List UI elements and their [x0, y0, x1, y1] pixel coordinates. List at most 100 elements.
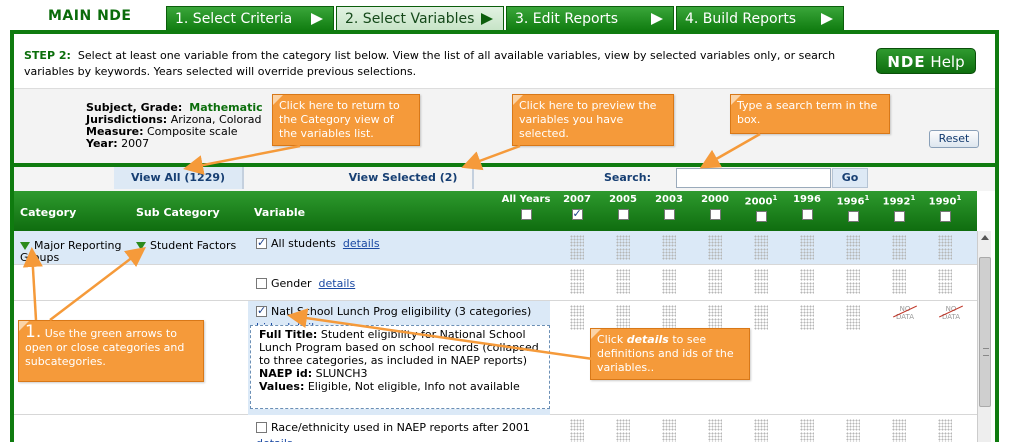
measure-value: Composite scale [147, 125, 238, 138]
tab-arrow-icon [821, 13, 833, 25]
availability-dots [570, 305, 584, 317]
availability-dots [754, 419, 768, 431]
values-value: Eligible, Not eligible, Info not availab… [307, 380, 520, 393]
availability-dots [800, 282, 814, 294]
details-link[interactable]: details [343, 237, 380, 250]
scroll-up-icon[interactable] [981, 235, 989, 240]
callout-emphasis: details [626, 333, 669, 346]
availability-dots [800, 305, 814, 317]
all-years-checkbox[interactable] [520, 209, 532, 220]
year-label: 1996 [793, 194, 821, 205]
tab-edit-reports[interactable]: 3. Edit Reports [506, 6, 674, 30]
search-input[interactable] [676, 168, 831, 188]
availability-dots [616, 269, 630, 281]
header-subcategory: Sub Category [136, 206, 220, 219]
expand-arrow-icon[interactable] [136, 242, 146, 250]
year-label: 1990 [928, 196, 957, 208]
year-label: 1992 [882, 196, 911, 208]
main-nde-link[interactable]: MAIN NDE [48, 8, 131, 24]
no-data-marker: NO DATA [890, 305, 920, 321]
help-nde-text: NDE [887, 53, 926, 71]
tab-select-criteria[interactable]: 1. Select Criteria [166, 6, 334, 30]
all-years-label: All Years [501, 194, 551, 205]
values-label: Values: [259, 380, 305, 393]
year-footnote: 1 [956, 194, 962, 202]
availability-dots [846, 419, 860, 431]
availability-dots [570, 248, 584, 260]
tab-select-variables[interactable]: 2. Select Variables [336, 6, 504, 30]
header-category: Category [20, 206, 77, 219]
year-checkbox-2007[interactable] [571, 207, 583, 220]
availability-dots [708, 282, 722, 294]
category-label-line2: Groups [20, 251, 60, 264]
variable-checkbox[interactable] [256, 422, 267, 433]
year-label: 2005 [609, 194, 637, 205]
availability-dots [662, 432, 676, 442]
table-scrollbar[interactable] [977, 231, 991, 442]
expand-arrow-icon[interactable] [20, 242, 30, 250]
year-checkbox-1996[interactable] [801, 209, 813, 220]
year-label: 1996 [836, 196, 865, 208]
view-all-button[interactable]: View All (1229) [114, 167, 244, 189]
tab-build-reports[interactable]: 4. Build Reports [676, 6, 844, 30]
search-label: Search: [604, 171, 651, 184]
availability-dots [570, 419, 584, 431]
callout-green-arrows: 1. Use the green arrows to open or close… [18, 320, 204, 382]
availability-dots [938, 269, 952, 281]
availability-dots [800, 419, 814, 431]
availability-dots [892, 432, 906, 442]
year-checkbox-1992-1[interactable] [893, 211, 905, 223]
availability-dots [708, 248, 722, 260]
availability-dots [846, 318, 860, 330]
availability-dots [708, 269, 722, 281]
availability-dots [800, 269, 814, 281]
year-checkbox-2003[interactable] [663, 209, 675, 220]
availability-dots [846, 235, 860, 247]
availability-dots [938, 248, 952, 260]
availability-dots [846, 282, 860, 294]
variable-checkbox[interactable] [256, 236, 267, 249]
variable-school-lunch: Natl School Lunch Prog eligibility (3 ca… [256, 304, 532, 318]
availability-dots [892, 235, 906, 247]
year-checkbox-2000[interactable] [709, 209, 721, 220]
availability-dots [754, 305, 768, 317]
nde-help-button[interactable]: NDE Help [876, 48, 976, 74]
year-checkbox-2000-1[interactable] [755, 211, 767, 223]
no-data-marker: NO DATA [936, 305, 966, 321]
variable-label: Natl School Lunch Prog eligibility (3 ca… [271, 305, 532, 318]
summary-year: Year: 2007 [86, 137, 149, 150]
details-link[interactable]: details [319, 277, 356, 290]
variable-gender: Gender details [256, 277, 355, 290]
callout-search: Type a search term in the box. [730, 94, 890, 134]
callout-text: Click [597, 333, 627, 346]
variable-label: Gender [271, 277, 312, 290]
grip-icon [983, 348, 989, 356]
view-selected-button[interactable]: View Selected (2) [334, 167, 474, 189]
availability-dots [938, 282, 952, 294]
table-row: Gender details [14, 265, 977, 301]
availability-dots [800, 235, 814, 247]
year-checkbox-1996-1[interactable] [847, 211, 859, 223]
variable-checkbox[interactable] [256, 278, 267, 289]
step-instructions: STEP 2: Select at least one variable fro… [24, 48, 874, 80]
callout-text: Use the green arrows to open or close ca… [25, 327, 185, 368]
year-col-2005: 2005 [601, 194, 645, 223]
availability-dots [570, 432, 584, 442]
tab-label: 3. Edit Reports [515, 11, 619, 27]
variable-checkbox[interactable] [256, 304, 267, 317]
year-label: Year: [86, 137, 118, 150]
subcategory-toggle[interactable]: Student Factors [136, 239, 236, 252]
scroll-thumb[interactable] [979, 257, 991, 407]
availability-dots [892, 282, 906, 294]
year-label: 2000 [744, 196, 773, 208]
go-button[interactable]: Go [832, 168, 868, 188]
year-checkbox-2005[interactable] [617, 209, 629, 220]
year-checkbox-1990-1[interactable] [939, 211, 951, 223]
year-footnote: 1 [910, 194, 916, 202]
details-link[interactable]: details [256, 437, 293, 442]
availability-dots [846, 269, 860, 281]
table-row: Race/ethnicity used in NAEP reports afte… [14, 415, 977, 442]
reset-button[interactable]: Reset [929, 130, 979, 148]
year-label: 2007 [563, 194, 591, 205]
header-all-years: All Years [496, 194, 556, 223]
